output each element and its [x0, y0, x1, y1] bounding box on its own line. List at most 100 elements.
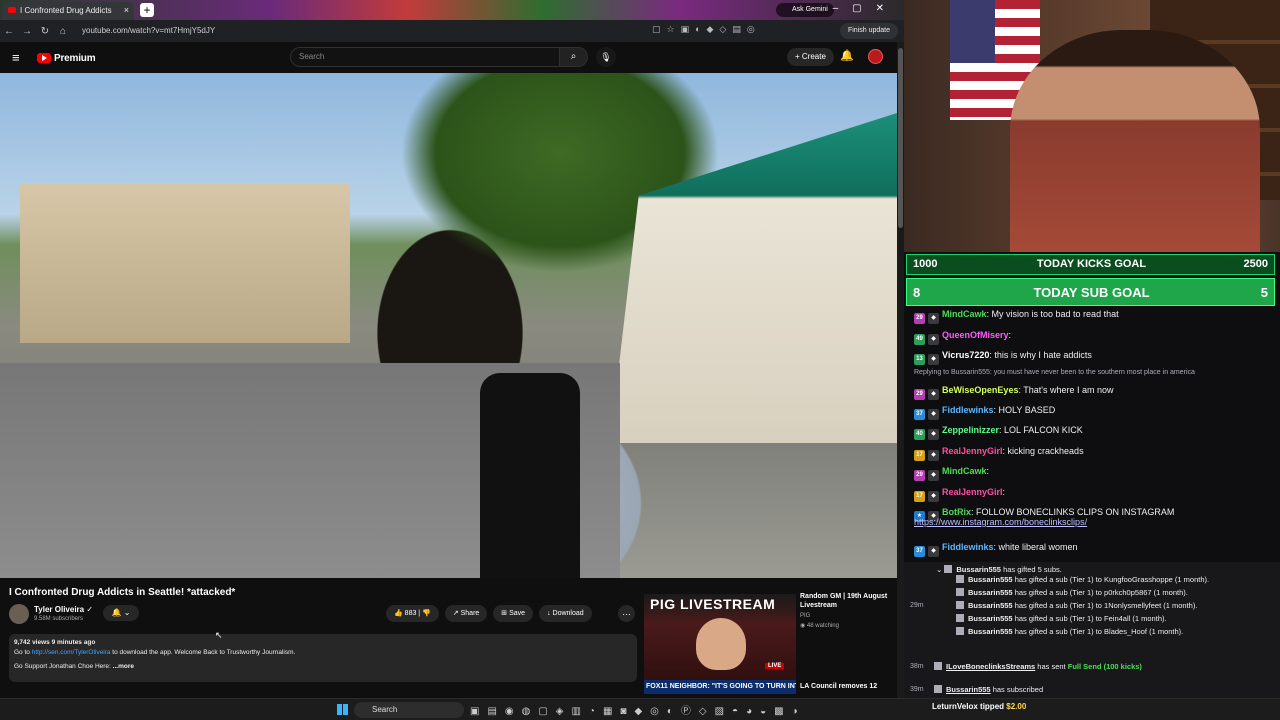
gift-user[interactable]: Bussarin555	[968, 575, 1013, 584]
tab-title: I Confronted Drug Addicts	[20, 6, 112, 15]
sub-badge-icon: ◆	[928, 354, 939, 365]
chat-message: 37 ◆ Fiddlewinks: white liberal women	[914, 542, 1078, 557]
chat-text: : this is why I hate addicts	[989, 350, 1092, 360]
tip-notification: LeturnVelox tipped $2.00	[932, 702, 1026, 711]
finish-update-button[interactable]: Finish update	[839, 23, 898, 39]
youtube-logo[interactable]: Premium	[37, 51, 96, 65]
chat-message: 37 ◆ Fiddlewinks: HOLY BASED	[914, 405, 1055, 420]
chat-username[interactable]: RealJennyGirl	[942, 487, 1003, 497]
chat-username[interactable]: MindCawk	[942, 466, 987, 476]
chat-username[interactable]: MindCawk	[942, 309, 987, 319]
sub-badge-icon: ◆	[928, 491, 939, 502]
search-input[interactable]: Search	[290, 47, 560, 67]
gift-row: Bussarin555 has gifted a sub (Tier 1) to…	[956, 601, 1197, 610]
more-actions-button[interactable]: …	[618, 605, 635, 622]
description-meta: 9,742 views 9 minutes ago	[14, 639, 96, 646]
chat-message: 17 ◆ RealJennyGirl:	[914, 487, 1005, 502]
gift-row: Bussarin555 has gifted a sub (Tier 1) to…	[956, 575, 1209, 584]
chat-reply-note: Replying to Bussarin555: you must have n…	[914, 369, 1195, 376]
kicks-goal-target: 2500	[1243, 258, 1268, 270]
chat-badge: 13	[914, 354, 925, 365]
download-label: Download	[552, 610, 584, 617]
extension-icons[interactable]: ▢☆▣◐◆◇▤◎	[652, 24, 761, 35]
recommendation-thumbnail[interactable]: PIG LIVESTREAM LIVE FOX11 NEIGHBOR: "IT'…	[644, 594, 796, 694]
windows-start-icon[interactable]	[337, 704, 348, 715]
chat-badge: 37	[914, 546, 925, 557]
page-scrollbar[interactable]	[897, 42, 904, 698]
recommendation-channel[interactable]: PIG	[800, 613, 810, 619]
save-button[interactable]: ⊞ Save	[493, 605, 534, 622]
scrollbar-thumb[interactable]	[898, 48, 903, 228]
microphone-icon[interactable]: 🎙	[596, 47, 616, 67]
notifications-bell-icon[interactable]: 🔔	[840, 49, 854, 62]
url-field[interactable]: youtube.com/watch?v=mt7HmjY5dJY	[82, 24, 642, 38]
tip-text: tipped	[980, 702, 1005, 711]
new-tab-button[interactable]: +	[140, 3, 154, 17]
gift-icon	[956, 601, 964, 609]
gift-user[interactable]: Bussarin555	[968, 614, 1013, 623]
tab-youtube[interactable]: I Confronted Drug Addicts ×	[2, 2, 134, 20]
save-label: Save	[509, 610, 526, 617]
chat-username[interactable]: Vicrus7220	[942, 350, 989, 360]
subscription-bell-button[interactable]: 🔔 ⌄	[103, 605, 139, 621]
kicks-goal-bar: 1000 TODAY KICKS GOAL 2500	[906, 254, 1275, 275]
taskbar-app-icons[interactable]: ▣▤◉◍▢◈▥◔▦◙◆◎◐Ⓟ◇▧◓◕◒▩◑	[470, 702, 806, 717]
full-send-row: ILoveBoneclinksStreams has sent Full Sen…	[934, 662, 1142, 671]
chat-username[interactable]: BeWiseOpenEyes	[942, 385, 1018, 395]
recommendation-title-2[interactable]: LA Council removes 12	[800, 682, 896, 691]
subscribed-user[interactable]: Bussarin555	[946, 685, 991, 694]
back-icon[interactable]: ←	[0, 26, 18, 37]
create-button[interactable]: + Create	[787, 48, 834, 66]
chat-message: 29 ◆ MindCawk: My vision is too bad to rea…	[914, 309, 1119, 324]
gift-text: has gifted a sub (Tier 1) to 1Nonlysmell…	[1012, 601, 1198, 610]
logo-text: Premium	[54, 52, 96, 64]
chat-username[interactable]: BotRix	[942, 507, 971, 517]
gift-user[interactable]: Bussarin555	[968, 627, 1013, 636]
home-icon[interactable]: ⌂	[54, 26, 72, 37]
video-player[interactable]	[0, 73, 897, 578]
like-button[interactable]: 👍 883 | 👎	[386, 605, 439, 622]
channel-avatar[interactable]	[9, 604, 29, 624]
chat-badge: 40	[914, 429, 925, 440]
download-button[interactable]: ↓ Download	[539, 605, 592, 622]
video-description[interactable]: 9,742 views 9 minutes ago Go to http://s…	[9, 634, 637, 682]
sub-badge-icon: ◆	[928, 409, 939, 420]
forward-icon[interactable]: →	[18, 26, 36, 37]
reload-icon[interactable]: ↻	[36, 26, 54, 37]
recommendation-title[interactable]: Random GM | 19th August Livestream	[800, 592, 896, 610]
account-avatar[interactable]	[868, 49, 883, 64]
sub-badge-icon: ◆	[928, 389, 939, 400]
chat-username[interactable]: Fiddlewinks	[942, 405, 994, 415]
menu-icon[interactable]: ≡	[12, 50, 20, 65]
description-line-1: Go to http://sen.com/TylerOliveira to do…	[14, 648, 632, 658]
gift-text: has gifted a sub (Tier 1) to Fein4all (1…	[1012, 614, 1167, 623]
chat-username[interactable]: RealJennyGirl	[942, 446, 1003, 456]
chat-username[interactable]: Fiddlewinks	[942, 542, 994, 552]
description-link[interactable]: http://sen.com/TylerOliveira	[32, 649, 111, 656]
send-text: has sent	[1035, 662, 1068, 671]
taskbar-search[interactable]: Search	[354, 702, 464, 718]
search-icon[interactable]: ⌕	[560, 47, 588, 67]
gift-user[interactable]: Bussarin555	[968, 601, 1013, 610]
instagram-link[interactable]: https://www.instagram.com/boneclinksclip…	[914, 517, 1087, 527]
chat-message: 29 ◆ BeWiseOpenEyes: That's where I am now	[914, 385, 1114, 400]
description-prefix: Go to	[14, 649, 32, 656]
subscriber-icon	[934, 685, 942, 693]
chat-username[interactable]: QueenOfMisery	[942, 330, 1009, 340]
ask-gemini-button[interactable]: Ask Gemini	[776, 3, 834, 17]
chat-text: :	[1002, 487, 1006, 497]
event-log: ⌄ Bussarin555 has gifted 5 subs. 29m Bus…	[904, 562, 1280, 698]
send-user[interactable]: ILoveBoneclinksStreams	[946, 662, 1035, 671]
channel-name-text: Tyler Oliveira	[34, 605, 85, 614]
chat-badge: 49	[914, 334, 925, 345]
show-more-link[interactable]: ...more	[111, 663, 134, 670]
close-tab-icon[interactable]: ×	[124, 5, 129, 15]
video-title: I Confronted Drug Addicts in Seattle! *a…	[9, 587, 236, 598]
share-button[interactable]: ↗ Share	[444, 605, 488, 622]
channel-name[interactable]: Tyler Oliveira ✓	[34, 605, 93, 614]
video-scene-backpack	[480, 373, 580, 578]
window-controls[interactable]: –▢✕	[833, 3, 898, 14]
gift-user[interactable]: Bussarin555	[968, 588, 1013, 597]
description-suffix: to download the app. Welcome Back to Tru…	[110, 649, 296, 656]
chat-username[interactable]: Zeppelinizzer	[942, 425, 999, 435]
